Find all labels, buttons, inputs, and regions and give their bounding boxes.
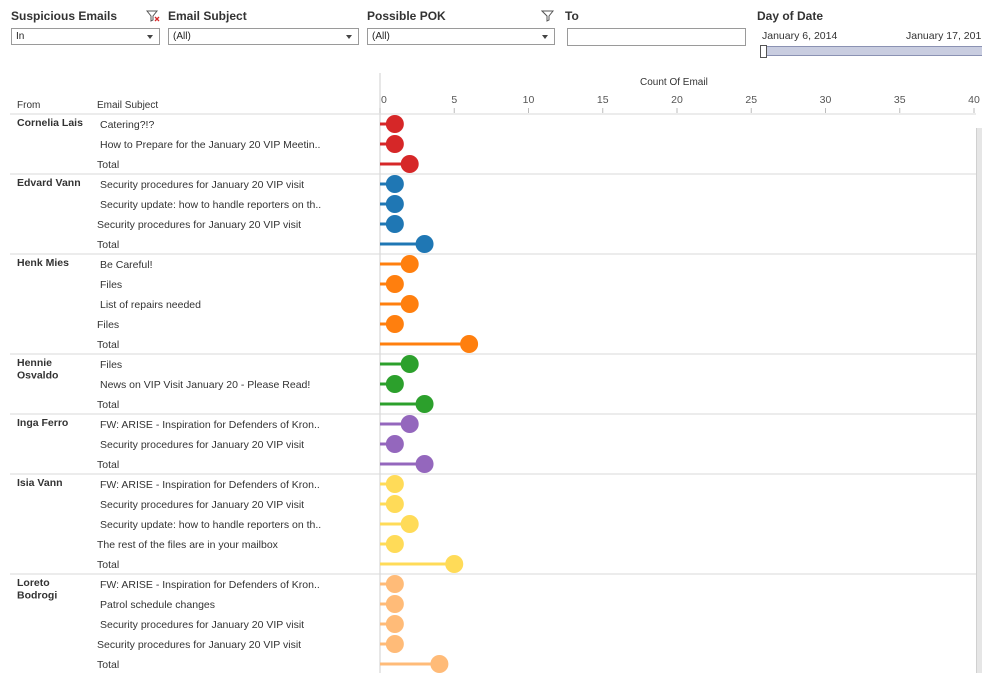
email-subject-label: List of repairs needed	[100, 299, 201, 311]
lollipop-point[interactable]	[415, 395, 434, 413]
vertical-scrollbar[interactable]	[976, 128, 982, 673]
lollipop-point[interactable]	[385, 375, 404, 393]
sender-name: Osvaldo	[17, 370, 58, 382]
total-label: Total	[97, 159, 119, 171]
sender-name: Hennie	[17, 357, 52, 369]
total-label: Total	[97, 399, 119, 411]
total-label: Total	[97, 559, 119, 571]
email-subject-label: How to Prepare for the January 20 VIP Me…	[100, 139, 320, 151]
lollipop-point[interactable]	[400, 355, 419, 373]
lollipop-point[interactable]	[385, 475, 404, 493]
lollipop-point[interactable]	[415, 235, 434, 253]
sender-name: Edvard Vann	[17, 177, 81, 189]
email-subject-label: Security update: how to handle reporters…	[100, 519, 321, 531]
email-subject-label: Security procedures for January 20 VIP v…	[97, 219, 301, 231]
lollipop-chart: 0 5 10 15 20 25 30 35 40 Cornelia Lais Catering?!…	[10, 73, 980, 673]
lollipop-point[interactable]	[400, 155, 419, 173]
total-label: Total	[97, 339, 119, 351]
lollipop-point[interactable]	[400, 295, 419, 313]
email-subject-label: Security procedures for January 20 VIP v…	[100, 619, 304, 631]
lollipop-point[interactable]	[430, 655, 449, 673]
email-subject-label: Catering?!?	[100, 119, 154, 131]
tick-label: 10	[523, 94, 535, 106]
lollipop-point[interactable]	[385, 535, 404, 553]
lollipop-point[interactable]	[385, 595, 404, 613]
tick-label: 40	[968, 94, 980, 106]
lollipop-point[interactable]	[385, 215, 404, 233]
sender-name: Isia Vann	[17, 477, 63, 489]
tick-label: 5	[451, 94, 457, 106]
sender-name: Henk Mies	[17, 257, 69, 269]
lollipop-point[interactable]	[400, 415, 419, 433]
tick-label: 25	[745, 94, 757, 106]
sender-name: Cornelia Lais	[17, 117, 83, 129]
lollipop-point[interactable]	[385, 615, 404, 633]
lollipop-point[interactable]	[385, 575, 404, 593]
total-label: Total	[97, 459, 119, 471]
tick-label: 20	[671, 94, 683, 106]
lollipop-point[interactable]	[385, 195, 404, 213]
total-label: Total	[97, 239, 119, 251]
tick-label: 15	[597, 94, 609, 106]
email-subject-label: The rest of the files are in your mailbo…	[97, 539, 279, 551]
email-subject-label: FW: ARISE - Inspiration for Defenders of…	[100, 419, 320, 431]
email-subject-label: Security procedures for January 20 VIP v…	[100, 439, 304, 451]
sender-name: Inga Ferro	[17, 417, 68, 429]
sender-name: Loreto	[17, 577, 50, 589]
lollipop-point[interactable]	[385, 175, 404, 193]
email-subject-label: News on VIP Visit January 20 - Please Re…	[100, 379, 310, 391]
tick-label: 35	[894, 94, 906, 106]
sender-name: Bodrogi	[17, 590, 57, 602]
email-subject-label: Files	[100, 359, 122, 371]
lollipop-point[interactable]	[385, 135, 404, 153]
lollipop-point[interactable]	[400, 515, 419, 533]
lollipop-point[interactable]	[415, 455, 434, 473]
email-subject-label: Security procedures for January 20 VIP v…	[97, 639, 301, 651]
email-subject-label: Patrol schedule changes	[100, 599, 215, 611]
tick-label: 0	[381, 94, 387, 106]
lollipop-point[interactable]	[445, 555, 464, 573]
tick-label: 30	[820, 94, 832, 106]
lollipop-point[interactable]	[385, 115, 404, 133]
email-subject-label: Files	[100, 279, 122, 291]
email-subject-label: Be Careful!	[100, 259, 153, 271]
email-subject-label: Files	[97, 319, 119, 331]
email-subject-label: Security procedures for January 20 VIP v…	[100, 179, 304, 191]
email-subject-label: FW: ARISE - Inspiration for Defenders of…	[100, 579, 320, 591]
email-subject-label: FW: ARISE - Inspiration for Defenders of…	[100, 479, 320, 491]
lollipop-point[interactable]	[385, 495, 404, 513]
lollipop-point[interactable]	[400, 255, 419, 273]
email-subject-label: Security update: how to handle reporters…	[100, 199, 321, 211]
lollipop-point[interactable]	[385, 315, 404, 333]
lollipop-point[interactable]	[385, 635, 404, 653]
lollipop-point[interactable]	[385, 435, 404, 453]
lollipop-point[interactable]	[385, 275, 404, 293]
total-label: Total	[97, 659, 119, 671]
email-subject-label: Security procedures for January 20 VIP v…	[100, 499, 304, 511]
lollipop-point[interactable]	[460, 335, 479, 353]
